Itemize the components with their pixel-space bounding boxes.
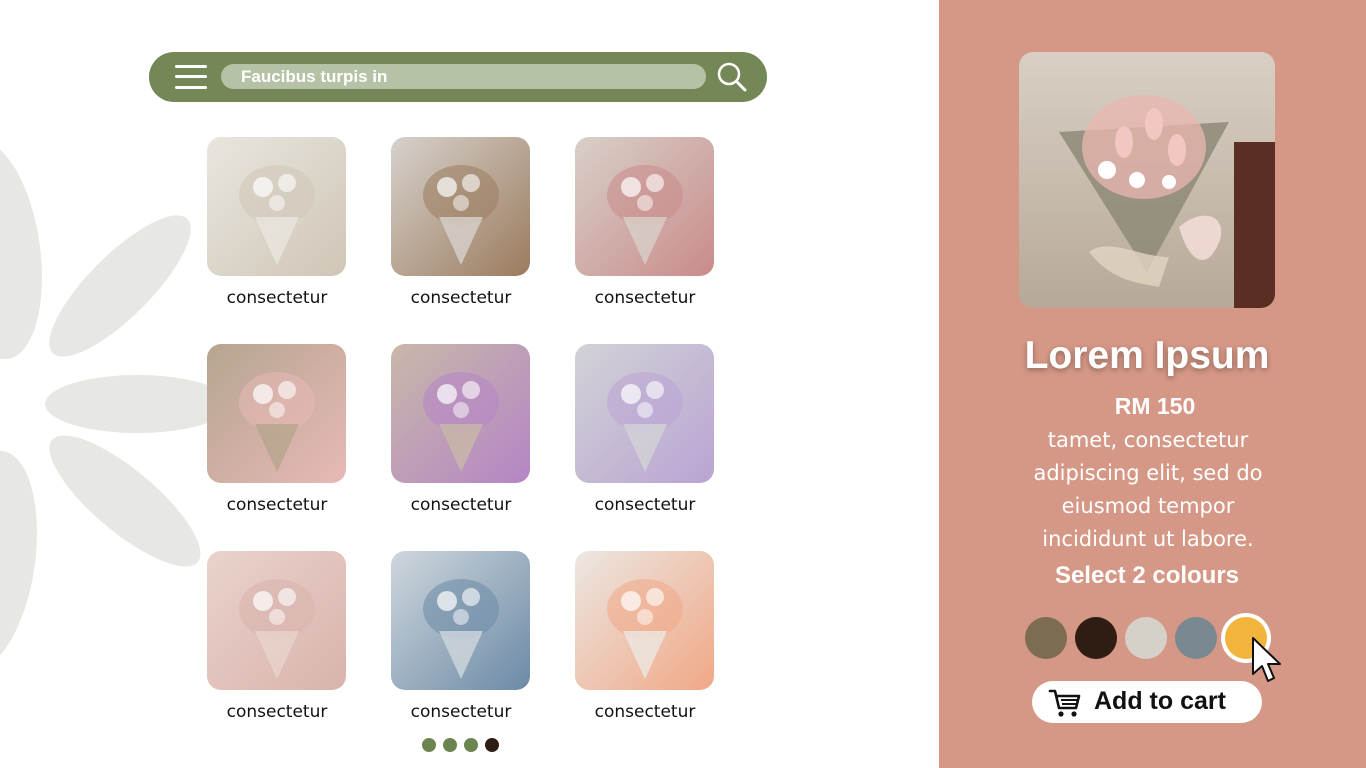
colour-swatch-slate-blue[interactable] bbox=[1175, 617, 1217, 659]
product-label: consectetur bbox=[226, 495, 328, 515]
product-label: consectetur bbox=[594, 702, 696, 722]
product-label: consectetur bbox=[410, 495, 512, 515]
product-hero-image bbox=[1019, 52, 1275, 308]
pagination-dot[interactable] bbox=[464, 738, 478, 752]
add-to-cart-button[interactable]: Add to cart bbox=[1032, 681, 1262, 723]
product-image bbox=[207, 344, 346, 483]
product-image bbox=[391, 137, 530, 276]
product-image bbox=[575, 344, 714, 483]
search-input[interactable] bbox=[221, 64, 706, 89]
decorative-petals bbox=[0, 0, 230, 768]
hamburger-menu-icon[interactable] bbox=[175, 64, 207, 90]
product-price: RM 150 bbox=[1114, 393, 1196, 419]
product-card[interactable]: consectetur bbox=[575, 137, 714, 308]
colour-swatch-olive-brown[interactable] bbox=[1025, 617, 1067, 659]
product-image bbox=[391, 344, 530, 483]
product-image bbox=[207, 551, 346, 690]
product-card[interactable]: consectetur bbox=[391, 551, 530, 722]
product-card[interactable]: consectetur bbox=[391, 137, 530, 308]
product-title: Lorem Ipsum bbox=[1024, 334, 1270, 377]
pagination-dot[interactable] bbox=[485, 738, 499, 752]
add-to-cart-label: Add to cart bbox=[1094, 687, 1226, 715]
product-image bbox=[575, 551, 714, 690]
product-image bbox=[575, 137, 714, 276]
product-label: consectetur bbox=[594, 288, 696, 308]
product-card[interactable]: consectetur bbox=[207, 551, 346, 722]
pagination-dot[interactable] bbox=[422, 738, 436, 752]
product-detail-panel: Lorem Ipsum RM 150 tamet, consectetur ad… bbox=[939, 0, 1366, 768]
colour-swatch-light-grey[interactable] bbox=[1125, 617, 1167, 659]
search-icon[interactable] bbox=[715, 60, 749, 94]
product-label: consectetur bbox=[594, 495, 696, 515]
pagination-dot[interactable] bbox=[443, 738, 457, 752]
product-image bbox=[391, 551, 530, 690]
product-grid: consectetur consectetur consectetur consect… bbox=[207, 137, 714, 727]
colour-swatch-yellow[interactable] bbox=[1225, 617, 1267, 659]
shopping-cart-icon bbox=[1048, 689, 1081, 717]
page: consectetur consectetur consectetur consect… bbox=[0, 0, 1366, 768]
product-card[interactable]: consectetur bbox=[575, 344, 714, 515]
search-bar bbox=[149, 52, 767, 102]
pagination bbox=[422, 738, 499, 752]
select-colours-label: Select 2 colours bbox=[1054, 562, 1240, 589]
product-card[interactable]: consectetur bbox=[207, 344, 346, 515]
product-label: consectetur bbox=[226, 702, 328, 722]
decorative-petal bbox=[0, 444, 50, 676]
product-card[interactable]: consectetur bbox=[575, 551, 714, 722]
decorative-petal bbox=[30, 196, 210, 376]
decorative-petal bbox=[0, 134, 55, 366]
product-card[interactable]: consectetur bbox=[207, 137, 346, 308]
product-label: consectetur bbox=[410, 702, 512, 722]
colour-swatch-dark-brown[interactable] bbox=[1075, 617, 1117, 659]
product-label: consectetur bbox=[226, 288, 328, 308]
decorative-petal bbox=[45, 375, 230, 433]
product-label: consectetur bbox=[410, 288, 512, 308]
product-card[interactable]: consectetur bbox=[391, 344, 530, 515]
product-image bbox=[207, 137, 346, 276]
product-description: tamet, consectetur adipiscing elit, sed … bbox=[1033, 428, 1263, 551]
decorative-petal bbox=[32, 416, 218, 586]
